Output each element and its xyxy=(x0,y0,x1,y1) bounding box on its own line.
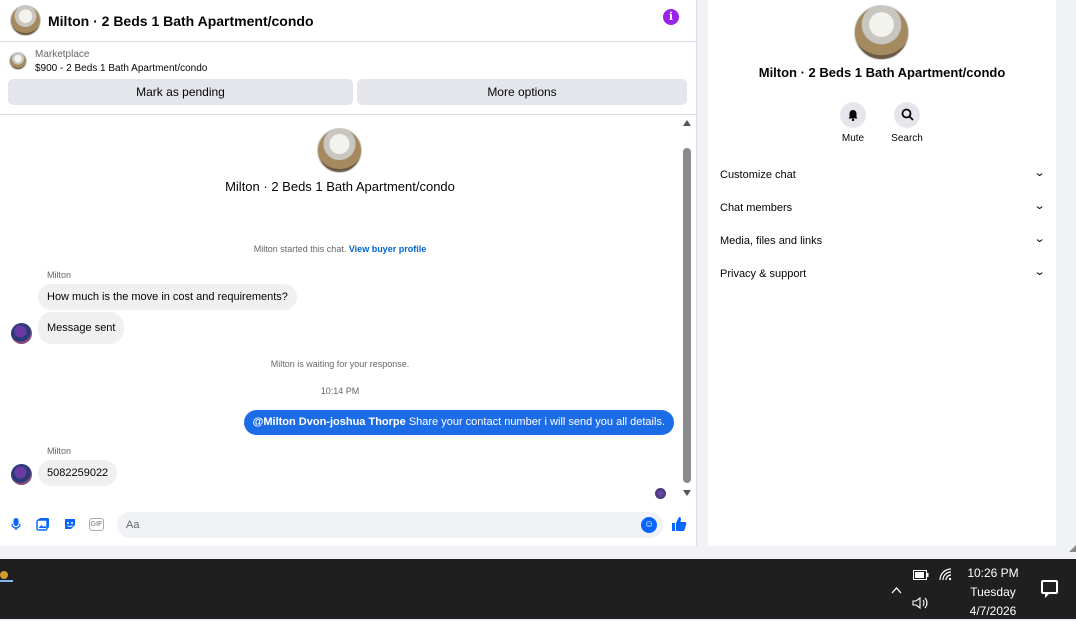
scroll-down-arrow-icon[interactable] xyxy=(683,490,691,496)
search-label: Search xyxy=(891,133,923,144)
incoming-message[interactable]: How much is the move in cost and require… xyxy=(38,284,297,310)
more-options-button[interactable]: More options xyxy=(357,79,687,105)
privacy-support-section[interactable]: Privacy & support ⌄ xyxy=(720,266,1046,280)
scroll-thumb[interactable] xyxy=(683,148,691,483)
message-input[interactable]: Aa ☺ xyxy=(117,512,663,538)
search-button[interactable]: Search xyxy=(887,102,927,144)
incoming-message[interactable]: 5082259022 xyxy=(38,460,118,486)
mark-as-pending-button[interactable]: Mark as pending xyxy=(8,79,353,105)
clock-date: 4/7/2026 xyxy=(969,604,1017,618)
timestamp: 10:14 PM xyxy=(320,386,360,396)
chat-avatar[interactable] xyxy=(10,5,41,36)
chevron-down-icon: ⌄ xyxy=(1033,167,1046,179)
clock-day: Tuesday xyxy=(970,585,1016,599)
waiting-notice: Milton is waiting for your response. xyxy=(270,359,410,369)
thumbs-up-icon[interactable] xyxy=(671,516,687,537)
battery-icon[interactable] xyxy=(913,569,929,583)
outgoing-message[interactable]: @Milton Dvon-joshua Thorpe Share your co… xyxy=(243,410,674,435)
mute-button[interactable]: Mute xyxy=(833,102,873,144)
chat-started-notice: Milton started this chat. View buyer pro… xyxy=(0,244,680,254)
conversation-details-panel: Milton · 2 Beds 1 Bath Apartment/condo M… xyxy=(708,0,1056,546)
search-icon xyxy=(894,102,920,128)
chat-started-text: Milton started this chat. xyxy=(253,244,347,254)
photo-icon[interactable] xyxy=(36,517,50,531)
listing-title[interactable]: $900 - 2 Beds 1 Bath Apartment/condo xyxy=(35,63,207,74)
seen-indicator-avatar xyxy=(655,488,666,499)
details-title: Milton · 2 Beds 1 Bath Apartment/condo xyxy=(758,65,1006,80)
chat-header: Milton · 2 Beds 1 Bath Apartment/condo i xyxy=(0,0,697,42)
message-scrollbar[interactable] xyxy=(682,118,692,496)
view-buyer-profile-link[interactable]: View buyer profile xyxy=(349,244,426,254)
notifications-icon[interactable] xyxy=(1041,580,1058,598)
microphone-icon[interactable] xyxy=(9,517,23,531)
media-files-links-section[interactable]: Media, files and links ⌄ xyxy=(720,233,1046,247)
listing-category: Marketplace xyxy=(35,49,90,60)
taskbar-app-icon[interactable] xyxy=(0,568,13,582)
chat-title[interactable]: Milton · 2 Beds 1 Bath Apartment/condo xyxy=(48,13,314,29)
sticker-icon[interactable] xyxy=(63,517,77,531)
message-list: Milton · 2 Beds 1 Bath Apartment/condo M… xyxy=(0,116,697,506)
chevron-down-icon: ⌄ xyxy=(1033,200,1046,212)
wifi-icon[interactable] xyxy=(938,567,954,584)
customize-chat-section[interactable]: Customize chat ⌄ xyxy=(720,167,1046,181)
outgoing-text: Share your contact number i will send yo… xyxy=(408,416,665,428)
chevron-down-icon: ⌄ xyxy=(1033,233,1046,245)
mute-label: Mute xyxy=(841,133,865,144)
messenger-window: Milton · 2 Beds 1 Bath Apartment/condo i… xyxy=(0,0,1076,559)
intro-title: Milton · 2 Beds 1 Bath Apartment/condo xyxy=(225,179,455,194)
clock-time: 10:26 PM xyxy=(967,566,1019,580)
scroll-up-arrow-icon[interactable] xyxy=(683,120,691,126)
sender-name: Milton xyxy=(47,270,72,280)
section-label: Media, files and links xyxy=(720,235,823,247)
chat-members-section[interactable]: Chat members ⌄ xyxy=(720,200,1046,214)
listing-thumbnail[interactable] xyxy=(9,52,27,70)
show-hidden-icons-chevron-icon[interactable] xyxy=(891,583,902,597)
sender-avatar[interactable] xyxy=(11,464,32,485)
details-avatar[interactable] xyxy=(854,5,909,60)
windows-taskbar: 10:26 PM Tuesday 4/7/2026 xyxy=(0,559,1076,619)
chevron-down-icon: ⌄ xyxy=(1033,266,1046,278)
listing-banner: Marketplace $900 - 2 Beds 1 Bath Apartme… xyxy=(0,42,697,115)
sender-name: Milton xyxy=(47,446,72,456)
chat-pane: Milton · 2 Beds 1 Bath Apartment/condo i… xyxy=(0,0,697,546)
info-icon[interactable]: i xyxy=(663,9,679,25)
emoji-icon[interactable]: ☺ xyxy=(641,517,657,533)
resize-corner-icon[interactable] xyxy=(1069,545,1076,552)
volume-icon[interactable] xyxy=(912,596,930,613)
section-label: Chat members xyxy=(720,202,793,214)
message-input-placeholder: Aa xyxy=(126,519,140,531)
system-clock[interactable]: 10:26 PM Tuesday 4/7/2026 xyxy=(958,564,1028,621)
bell-icon xyxy=(840,102,866,128)
intro-avatar xyxy=(317,128,362,173)
section-label: Privacy & support xyxy=(720,268,807,280)
incoming-message[interactable]: Message sent xyxy=(38,312,125,344)
gif-icon[interactable]: GIF xyxy=(89,518,104,531)
section-label: Customize chat xyxy=(720,169,796,181)
message-composer: GIF Aa ☺ xyxy=(0,508,697,546)
sender-avatar[interactable] xyxy=(11,323,32,344)
mention[interactable]: @Milton Dvon-joshua Thorpe xyxy=(253,416,406,428)
